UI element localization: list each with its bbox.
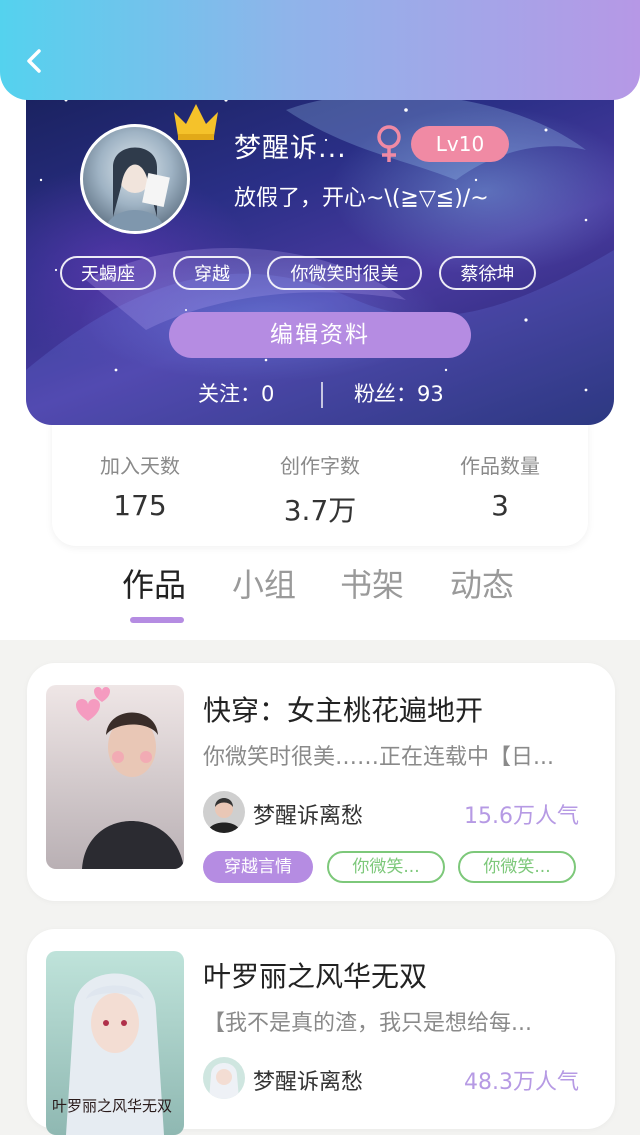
work-title: 快穿：女主桃花遍地开 — [203, 694, 484, 727]
user-signature: 放假了，开心~\(≧▽≦)/~ — [234, 186, 489, 211]
work-description: 你微笑时很美……正在连载中【日... — [203, 745, 554, 770]
work-card[interactable]: 叶罗丽之风华无双 叶罗丽之风华无双 【我不是真的渣，我只是想给每... 梦醒诉离… — [27, 929, 615, 1135]
following-count[interactable]: 关注：0 — [198, 378, 274, 408]
tab-activity[interactable]: 动态 — [450, 560, 514, 606]
tab-groups[interactable]: 小组 — [232, 560, 296, 606]
stat-label: 作品数量 — [460, 454, 540, 478]
stat-word-count: 创作字数 3.7万 — [240, 450, 400, 529]
genre-tag: 穿越言情 — [203, 851, 313, 883]
profile-tag[interactable]: 你微笑时很美 — [267, 256, 422, 290]
profile-tag[interactable]: 蔡徐坤 — [439, 256, 536, 290]
work-description: 【我不是真的渣，我只是想给每... — [203, 1011, 532, 1036]
popularity-count: 15.6万人气 — [464, 804, 579, 829]
tab-bookshelf[interactable]: 书架 — [340, 560, 404, 606]
stat-join-days: 加入天数 175 — [60, 450, 220, 522]
author-avatar — [203, 791, 245, 833]
stat-value: 175 — [113, 489, 167, 522]
profile-hero-banner — [26, 70, 614, 425]
stat-value: 3 — [491, 489, 509, 522]
profile-tag[interactable]: 穿越 — [173, 256, 251, 290]
keyword-tag: 你微笑... — [458, 851, 576, 883]
stat-label: 创作字数 — [280, 454, 360, 478]
tab-works[interactable]: 作品 — [122, 560, 186, 606]
work-card[interactable]: 快穿：女主桃花遍地开 你微笑时很美……正在连载中【日... 梦醒诉离愁 15.6… — [27, 663, 615, 901]
author-name: 梦醒诉离愁 — [253, 1070, 364, 1095]
stat-label: 加入天数 — [100, 454, 180, 478]
popularity-count: 48.3万人气 — [464, 1070, 579, 1095]
author-avatar — [203, 1057, 245, 1099]
top-header-bar — [0, 0, 640, 100]
work-title: 叶罗丽之风华无双 — [203, 960, 428, 993]
female-icon — [377, 125, 401, 162]
stat-works-count: 作品数量 3 — [420, 450, 580, 522]
username: 梦醒诉... — [234, 133, 347, 164]
work-cover-image — [46, 685, 184, 869]
work-cover-image: 叶罗丽之风华无双 — [46, 951, 184, 1135]
keyword-tag: 你微笑... — [327, 851, 445, 883]
back-button[interactable] — [18, 44, 52, 78]
followers-count[interactable]: 粉丝：93 — [354, 378, 444, 408]
starry-whale-background — [26, 93, 614, 425]
level-badge: Lv10 — [411, 126, 509, 162]
stat-value: 3.7万 — [283, 494, 357, 527]
stats-card: 加入天数 175 创作字数 3.7万 作品数量 3 — [52, 420, 588, 546]
edit-profile-button[interactable]: 编辑资料 — [169, 312, 471, 358]
profile-tabs: 作品 小组 书架 动态 — [0, 560, 640, 630]
crown-icon — [174, 104, 218, 140]
chevron-left-icon — [27, 49, 41, 73]
profile-tag[interactable]: 天蝎座 — [60, 256, 156, 290]
stats-divider — [321, 382, 323, 408]
author-name: 梦醒诉离愁 — [253, 804, 364, 829]
cover-title-text: 叶罗丽之风华无双 — [52, 1097, 172, 1115]
active-tab-indicator — [130, 617, 184, 623]
